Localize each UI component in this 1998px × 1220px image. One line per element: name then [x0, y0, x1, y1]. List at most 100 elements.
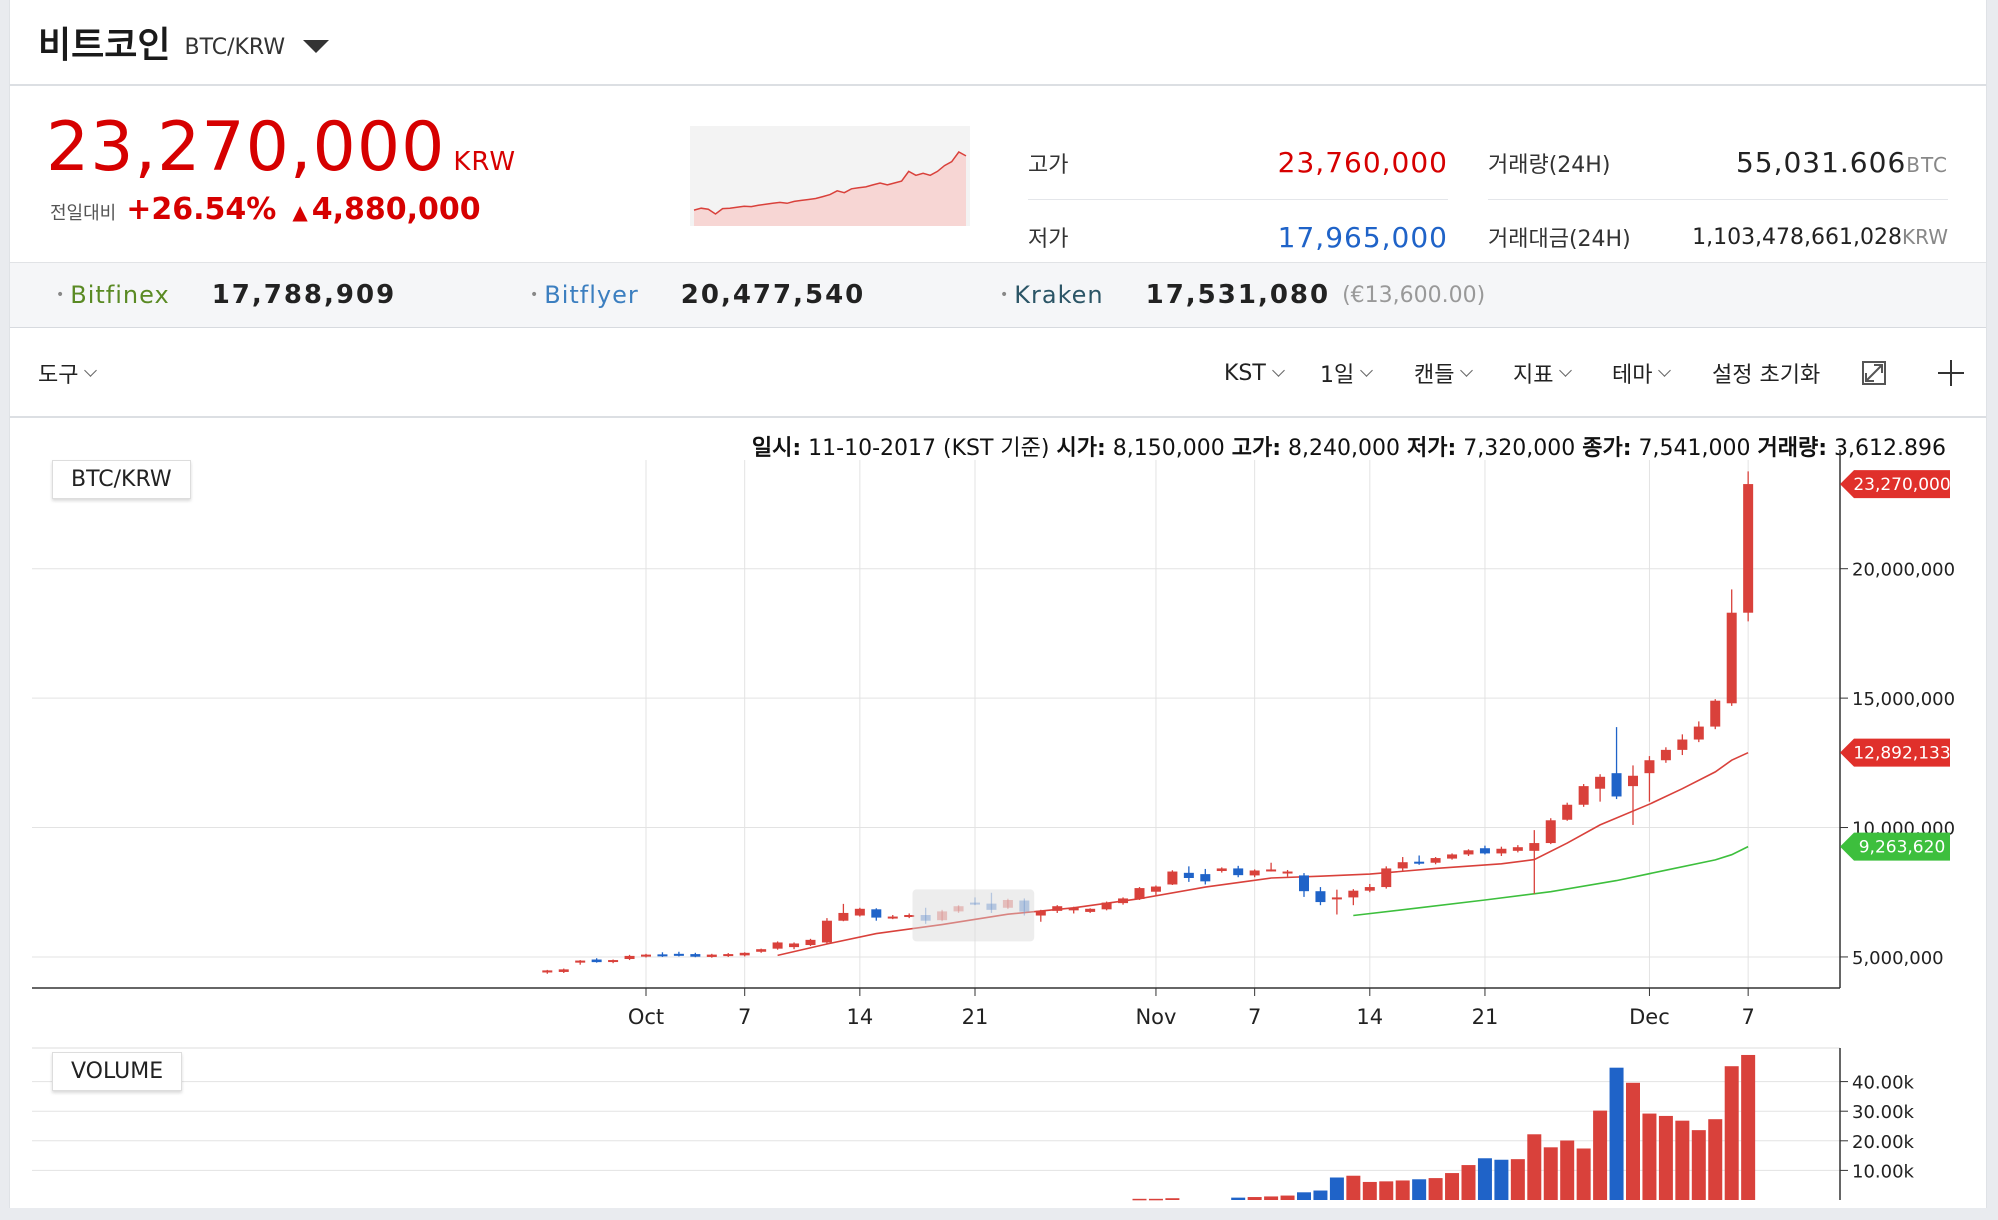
volume-y-tick-label: 20.00k [1852, 1132, 1915, 1153]
y-tick-label: 5,000,000 [1852, 948, 1944, 969]
volume-row: 거래량(24H) 55,031.606BTC [1488, 126, 1948, 200]
volume-bar [1297, 1192, 1311, 1200]
volume-bar [1543, 1147, 1558, 1200]
reset-settings-button[interactable]: 설정 초기화 [1712, 328, 1820, 418]
change-amount: ▲ 4,880,000 [292, 192, 480, 227]
exchange-bitfinex: • Bitfinex 17,788,909 [56, 280, 396, 310]
candle-body [1578, 786, 1589, 805]
pair-dropdown-icon[interactable] [303, 39, 330, 53]
candle-body [1348, 890, 1359, 898]
candle-body [1101, 902, 1112, 910]
ma-long-line [1353, 845, 1749, 917]
candle-body [1529, 843, 1540, 851]
volume-unit: BTC [1906, 153, 1948, 177]
exchange-eur-price: (€13,600.00) [1342, 282, 1486, 308]
interval-label: 1일 [1320, 363, 1355, 388]
candle-body [1447, 854, 1458, 859]
candle-body [1315, 891, 1326, 903]
price-summary: 23,270,000 KRW 전일대비 +26.54% ▲ 4,880,000 고가… [10, 86, 1986, 262]
theme-menu[interactable]: 테마 [1612, 328, 1672, 418]
candle-body [1710, 700, 1721, 727]
candle-body [1381, 868, 1392, 888]
amount-row: 거래대금(24H) 1,103,478,661,028KRW [1488, 200, 1948, 274]
candle-body [1052, 906, 1063, 911]
candle-body [1414, 861, 1425, 864]
volume-bar [1264, 1196, 1279, 1200]
tools-menu[interactable]: 도구 [38, 328, 98, 418]
candle-body [1430, 858, 1441, 863]
candle-menu[interactable]: 캔들 [1414, 328, 1474, 418]
pair-label: BTC/KRW [184, 34, 286, 60]
volume-bar [1362, 1181, 1377, 1200]
candle-body [1628, 775, 1638, 787]
y-tick-label: 20,000,000 [1852, 560, 1955, 581]
x-tick-label: Oct [628, 1005, 664, 1029]
exchange-bitflyer: • Bitflyer 20,477,540 [530, 280, 865, 310]
candle-body [1282, 871, 1293, 874]
volume-bar [1560, 1140, 1575, 1200]
volume-bar [1132, 1198, 1147, 1201]
high-label: 고가 [1028, 152, 1069, 178]
candle-body [723, 954, 734, 957]
theme-label: 테마 [1612, 363, 1653, 388]
volume-bar [1477, 1158, 1492, 1200]
candle-body [558, 969, 569, 972]
volume-stats: 거래량(24H) 55,031.606BTC 거래대금(24H) 1,103,4… [1488, 126, 1948, 274]
candle-body [1134, 888, 1145, 899]
price-tag: 9,263,620 [1840, 832, 1950, 861]
candle-body [1677, 739, 1688, 750]
sparkline-area [694, 152, 966, 226]
indicator-menu[interactable]: 지표 [1513, 328, 1573, 418]
candle-body [772, 942, 783, 949]
candle-body [1496, 848, 1507, 854]
x-tick-label: Nov [1135, 1005, 1176, 1029]
chart-area[interactable]: 일시: 11-10-2017 (KST 기준) 시가: 8,150,000 고가… [10, 420, 1988, 1208]
x-tick-label: 7 [738, 1005, 751, 1029]
interval-menu[interactable]: 1일 [1320, 328, 1374, 418]
candle-body [1660, 749, 1671, 761]
candle-body [1118, 898, 1129, 904]
volume-bar [1658, 1115, 1673, 1200]
change-percent: +26.54% [126, 192, 277, 227]
timezone-menu[interactable]: KST [1224, 328, 1285, 418]
candle-body [805, 939, 816, 946]
coin-name: 비트코인 [38, 25, 171, 66]
price-chart[interactable]: 5,000,00010,000,00015,000,00020,000,000O… [10, 420, 1988, 1208]
volume-bar [1593, 1110, 1608, 1200]
volume-bar [1428, 1178, 1443, 1200]
indicator-label: 지표 [1513, 363, 1554, 388]
fullscreen-button[interactable] [1860, 328, 1888, 418]
volume-bar [1691, 1130, 1706, 1200]
volume-bar [1642, 1113, 1657, 1200]
change-row: 전일대비 +26.54% ▲ 4,880,000 [50, 192, 481, 227]
volume-bar [1247, 1197, 1262, 1200]
x-tick-label: 7 [1248, 1005, 1261, 1029]
candle-body [1299, 875, 1309, 892]
volume-y-tick-label: 10.00k [1852, 1161, 1915, 1182]
candle-body [1167, 871, 1178, 885]
current-price: 23,270,000 KRW [46, 108, 516, 187]
up-triangle-icon: ▲ [292, 200, 308, 224]
candle-body [838, 912, 849, 921]
volume-bar [1329, 1177, 1344, 1200]
volume-y-tick-label: 40.00k [1852, 1073, 1915, 1094]
volume-bar [1346, 1175, 1361, 1200]
exchange-price: 17,531,080 [1145, 280, 1331, 310]
volume-bar [1675, 1120, 1690, 1200]
volume-bar [1148, 1198, 1163, 1201]
chevron-down-icon [1460, 364, 1474, 377]
exchange-name: Kraken [1014, 281, 1104, 309]
volume-bar [1395, 1180, 1410, 1200]
volume-bar [1708, 1119, 1723, 1200]
candle-body [756, 949, 767, 952]
volume-bar [1445, 1173, 1460, 1200]
candle-body [1249, 870, 1260, 876]
price-tag-label: 12,892,133 [1853, 744, 1950, 764]
add-button[interactable] [1936, 328, 1966, 418]
volume-bar [1527, 1134, 1542, 1200]
expand-icon [1862, 361, 1886, 385]
amount-number: 1,103,478,661,028 [1692, 224, 1903, 250]
low-label: 저가 [1028, 227, 1069, 252]
timezone-label: KST [1224, 360, 1266, 386]
volume-bar [1280, 1195, 1295, 1200]
